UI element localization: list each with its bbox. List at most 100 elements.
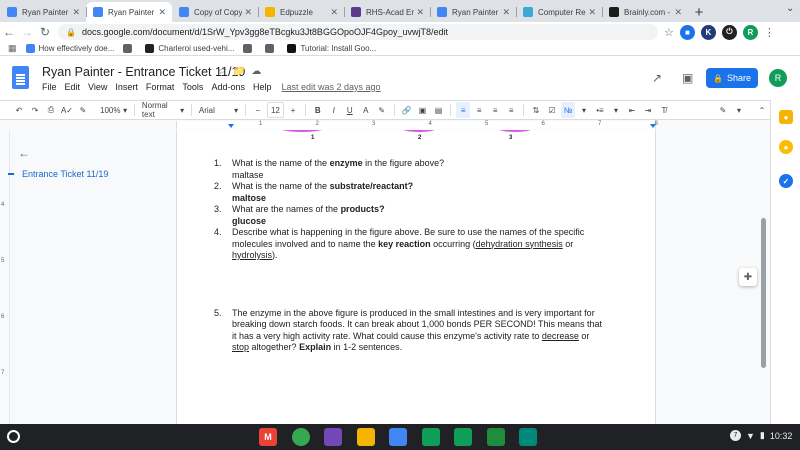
cloud-status-icon[interactable]: ☁ [251, 66, 267, 77]
keep-side-icon[interactable]: ● [779, 110, 793, 124]
reload-icon[interactable]: ↻ [36, 23, 54, 41]
image-icon[interactable]: ▤ [431, 102, 445, 118]
back-arrow-icon[interactable]: ← [0, 23, 18, 41]
collapse-menus-icon[interactable]: ⌃ [755, 102, 769, 118]
menu-kebab-icon[interactable]: ⋮ [764, 26, 775, 39]
menu-tools[interactable]: Tools [182, 82, 203, 92]
underline-icon[interactable]: U [343, 102, 357, 118]
tasks-check-icon[interactable]: ✓ [779, 174, 793, 188]
new-tab-button[interactable]: + [688, 2, 710, 22]
document-page[interactable]: 1 2 3 1. What is the name of the enzyme i… [176, 130, 656, 424]
comment-icon[interactable]: ▣ [682, 71, 693, 85]
explore-icon[interactable]: ✚ [739, 268, 757, 286]
bulleted-list-icon[interactable]: •≡ [593, 102, 607, 118]
browser-tab[interactable]: Brainly.com - Fc✕ [602, 2, 688, 22]
close-icon[interactable]: ✕ [588, 7, 596, 18]
increase-font-icon[interactable]: + [286, 102, 300, 118]
answer-text[interactable]: glucose [232, 216, 385, 228]
extension-power-icon[interactable]: ⏻ [721, 24, 737, 40]
left-indent-marker[interactable] [228, 124, 234, 128]
text-color-icon[interactable]: A [359, 102, 373, 118]
line-spacing-icon[interactable]: ⇅ [529, 102, 543, 118]
editing-mode-icon[interactable]: ✎ [716, 102, 730, 118]
italic-icon[interactable]: I [327, 102, 341, 118]
address-bar[interactable]: 🔒 docs.google.com/document/d/1SrW_Ypv3gg… [58, 24, 658, 40]
tab-search-icon[interactable]: ⌄ [786, 3, 794, 14]
move-folder-icon[interactable]: 📁 [233, 66, 251, 77]
menu-edit[interactable]: Edit [65, 82, 81, 92]
link-icon[interactable]: 🔗 [399, 102, 413, 118]
vertical-scrollbar[interactable] [761, 218, 766, 368]
forms-icon[interactable] [324, 428, 342, 446]
browser-tab[interactable]: Computer Resc✕ [516, 2, 602, 22]
document-title[interactable]: Ryan Painter - Entrance Ticket 11/19 [42, 65, 245, 79]
close-icon[interactable]: ✕ [330, 7, 338, 18]
decrease-font-icon[interactable]: − [251, 102, 265, 118]
outline-back-arrow-icon[interactable]: ← [18, 146, 30, 160]
browser-tab[interactable]: RHS-Acad Engl✕ [344, 2, 430, 22]
style-select[interactable]: Normal text ▾ [139, 101, 187, 119]
redo-icon[interactable]: ↷ [28, 102, 42, 118]
spellcheck-icon[interactable]: A✓ [60, 102, 74, 118]
align-justify-icon[interactable]: ≡ [504, 102, 518, 118]
menu-help[interactable]: Help [253, 82, 272, 92]
star-icon[interactable]: ☆ [664, 26, 674, 39]
bookmark-item[interactable]: Charleroi used-vehi... [145, 44, 234, 53]
numbered-list-icon[interactable]: № [560, 102, 575, 118]
sheets-icon[interactable] [454, 428, 472, 446]
close-icon[interactable]: ✕ [416, 7, 424, 18]
close-icon[interactable]: ✕ [244, 7, 252, 18]
browser-tab[interactable]: Ryan Painter - E✕ [0, 2, 86, 22]
menu-format[interactable]: Format [146, 82, 175, 92]
menu-insert[interactable]: Insert [115, 82, 138, 92]
close-icon[interactable]: ✕ [158, 7, 166, 18]
close-icon[interactable]: ✕ [502, 7, 510, 18]
font-select[interactable]: Arial ▾ [196, 106, 241, 115]
browser-tab[interactable]: Copy of Copy of✕ [172, 2, 258, 22]
extension-icon[interactable]: ■ [679, 24, 695, 40]
bold-icon[interactable]: B [311, 102, 325, 118]
profile-icon[interactable]: R [742, 24, 758, 40]
share-button[interactable]: 🔒 Share [706, 68, 758, 88]
last-edit-link[interactable]: Last edit was 2 days ago [281, 82, 380, 92]
extension-k-icon[interactable]: K [700, 24, 716, 40]
right-indent-marker[interactable] [650, 124, 656, 128]
decrease-indent-icon[interactable]: ⇤ [625, 102, 639, 118]
star-icon[interactable]: ☆ [218, 66, 233, 77]
close-icon[interactable]: ✕ [72, 7, 80, 18]
outline-heading[interactable]: Entrance Ticket 11/19 [8, 169, 108, 179]
bookmark-item[interactable]: Tutorial: Install Goo... [287, 44, 376, 53]
tasks-side-icon[interactable]: ● [779, 140, 793, 154]
checklist-icon[interactable]: ☑ [545, 102, 559, 118]
caret-down-icon[interactable]: ▾ [577, 102, 591, 118]
docs-logo-icon[interactable] [12, 66, 29, 89]
paint-format-icon[interactable]: ✎ [76, 102, 90, 118]
forward-arrow-icon[interactable]: → [18, 23, 36, 41]
browser-tab[interactable]: Ryan Painter - E✕ [86, 2, 172, 22]
answer-text[interactable]: maltose [232, 193, 413, 205]
answer-text[interactable]: maltase [232, 170, 444, 182]
increase-indent-icon[interactable]: ⇥ [641, 102, 655, 118]
bookmark-item[interactable] [123, 44, 136, 53]
comment-add-icon[interactable]: ▣ [415, 102, 429, 118]
align-center-icon[interactable]: ≡ [472, 102, 486, 118]
drive-icon[interactable] [421, 428, 440, 446]
activity-trend-icon[interactable]: ↗ [652, 71, 662, 85]
menu-add-ons[interactable]: Add-ons [211, 82, 245, 92]
notification-badge[interactable]: 7 [730, 430, 741, 441]
avatar[interactable]: R [769, 69, 787, 87]
menu-file[interactable]: File [42, 82, 57, 92]
keep-icon[interactable] [356, 428, 375, 446]
highlight-icon[interactable]: ✎ [375, 102, 389, 118]
undo-icon[interactable]: ↶ [12, 102, 26, 118]
align-right-icon[interactable]: ≡ [488, 102, 502, 118]
zoom-select[interactable]: 100% ▾ [97, 106, 130, 115]
close-icon[interactable]: ✕ [674, 7, 682, 18]
bookmark-item[interactable] [243, 44, 256, 53]
menu-view[interactable]: View [88, 82, 107, 92]
align-left-icon[interactable]: ≡ [456, 102, 471, 118]
meet-icon[interactable] [519, 428, 537, 446]
clear-formatting-icon[interactable]: T̸ [657, 102, 671, 118]
caret-down-icon[interactable]: ▾ [732, 102, 746, 118]
launcher-icon[interactable] [7, 430, 20, 443]
